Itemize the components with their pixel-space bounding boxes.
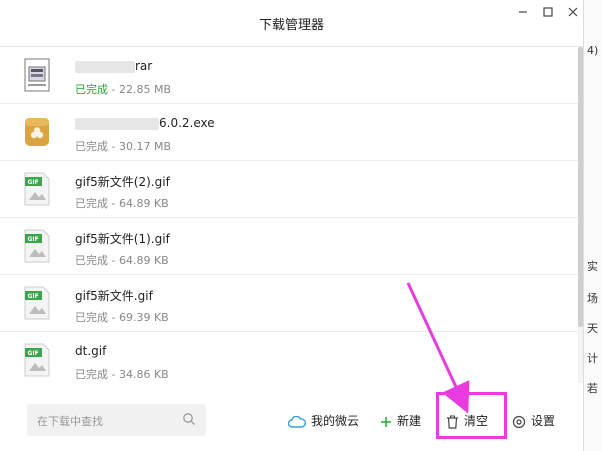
- annotation-highlight-box: [436, 392, 507, 439]
- background-text: 场: [587, 292, 598, 305]
- background-text: 天: [587, 322, 598, 335]
- background-text: 计: [587, 352, 598, 365]
- background-text: 4): [587, 44, 599, 57]
- background-text: 若: [587, 382, 598, 395]
- annotation-arrow: [406, 282, 470, 414]
- background-window-edge: 4) 实 场 天 计 若: [583, 0, 602, 451]
- background-text: 实: [587, 260, 598, 273]
